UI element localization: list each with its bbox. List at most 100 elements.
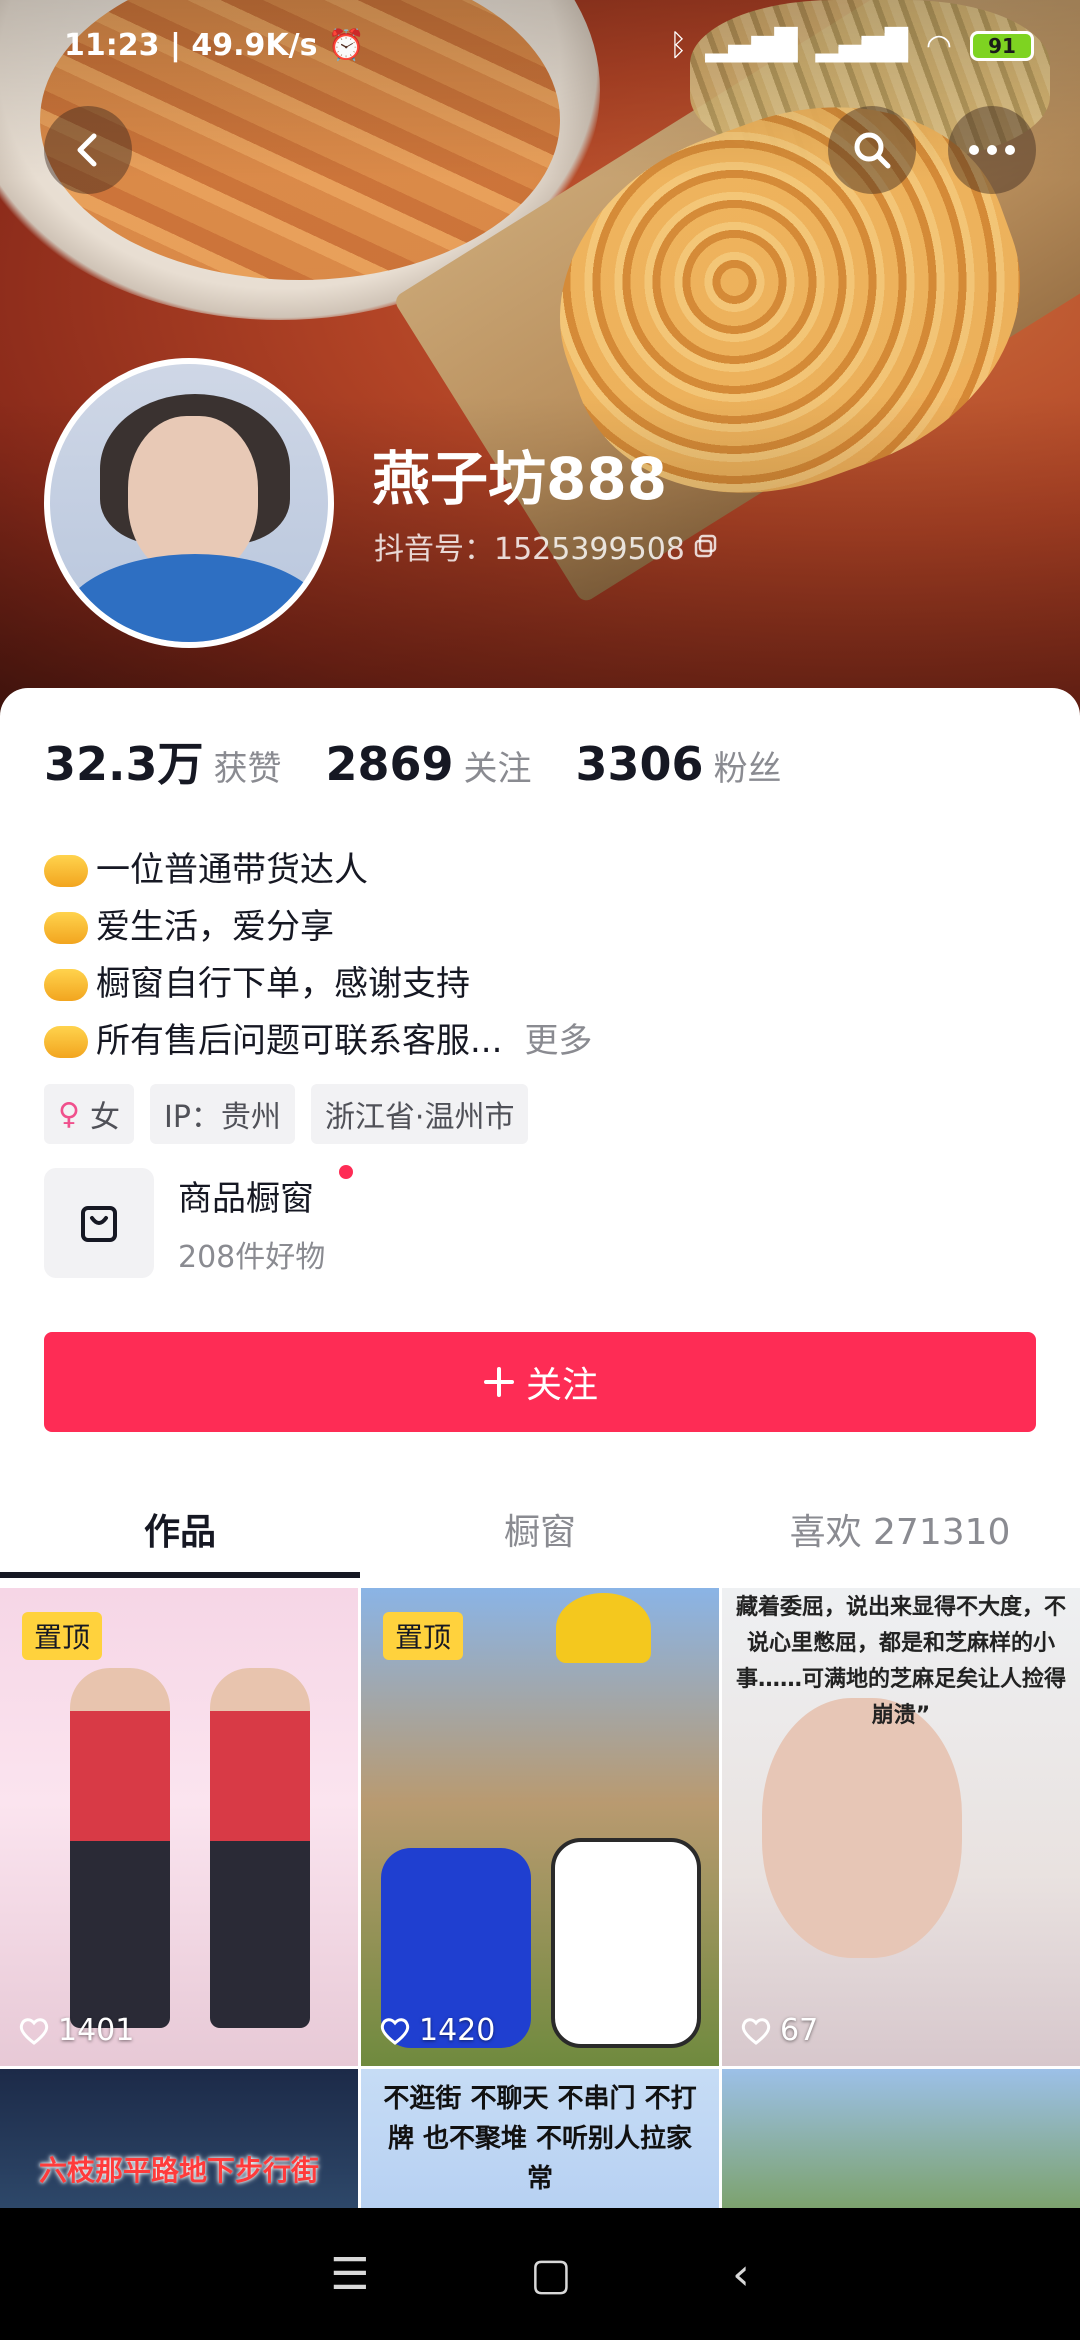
stats-row: 32.3万 获赞 2869 关注 3306 粉丝 [44, 728, 782, 794]
video-likes: 67 [740, 2013, 818, 2048]
battery-icon: 91 [970, 30, 1034, 61]
back-button[interactable] [44, 106, 132, 194]
video-caption: 藏着委屈，说出来显得不大度，不说心里憋屈，都是和芝麻样的小事……可满地的芝麻足矣… [735, 1595, 1066, 1728]
shop-subtitle: 208件好物 [178, 1239, 326, 1275]
shop-icon-box [44, 1168, 154, 1278]
alarm-icon: ⏰ [327, 28, 366, 63]
stat-likes-label: 获赞 [213, 749, 282, 789]
bio-text: 一位普通带货达人 [96, 850, 368, 890]
tab-showcase[interactable]: 橱窗 [360, 1484, 720, 1574]
bio-line: 一位普通带货达人 [44, 842, 592, 899]
status-bar: 11:23 | 49.9K/s ⏰ ᛒ ▂▄▆█ ▂▄▆█ ◠ 91 [0, 0, 1080, 96]
tags-row: ♀ 女 IP：贵州 浙江省·温州市 [44, 1084, 529, 1144]
menu-icon[interactable]: ☰ [330, 2249, 369, 2300]
video-thumbnail[interactable]: 置顶 1420 [361, 1588, 719, 2066]
pinned-badge: 置顶 [22, 1612, 103, 1660]
video-caption: 六枝那平路地下步行街 [38, 2154, 319, 2187]
net-speed: 49.9K/s [191, 28, 318, 63]
shop-title-text: 商品橱窗 [178, 1178, 314, 1219]
shop-window-entry[interactable]: 商品橱窗 208件好物 [44, 1164, 354, 1278]
bio-text: 所有售后问题可联系客服... [96, 1021, 503, 1061]
follow-button[interactable]: 关注 [44, 1332, 1036, 1432]
heart-icon [19, 2017, 49, 2045]
video-thumbnail[interactable]: 不逛街 不聊天 不串门 不打牌 也不聚堆 不听别人拉家常 [361, 2069, 719, 2219]
video-caption: 不逛街 不聊天 不串门 不打牌 也不聚堆 不听别人拉家常 [383, 2084, 697, 2194]
location-tag: 浙江省·温州市 [310, 1084, 529, 1144]
stat-followers-value: 3306 [575, 737, 704, 791]
video-likes-count: 1420 [419, 2013, 496, 2048]
more-dots-icon [969, 145, 1015, 155]
female-icon: ♀ [58, 1096, 80, 1132]
bio-line: 橱窗自行下单，感谢支持 [44, 956, 592, 1013]
pinned-badge: 置顶 [383, 1612, 464, 1660]
bio-text: 爱生活，爱分享 [96, 907, 334, 947]
stat-likes[interactable]: 32.3万 获赞 [44, 728, 282, 794]
tab-likes[interactable]: 喜欢 271310 [720, 1484, 1080, 1574]
bio-line: 所有售后问题可联系客服... 更多 [44, 1013, 592, 1070]
ip-tag: IP：贵州 [149, 1084, 295, 1144]
video-likes-count: 1401 [58, 2013, 135, 2048]
video-scooter [551, 1838, 701, 2048]
bio[interactable]: 一位普通带货达人 爱生活，爱分享 橱窗自行下单，感谢支持 所有售后问题可联系客服… [44, 842, 592, 1070]
handshake-icon [44, 1025, 88, 1058]
handshake-icon [44, 968, 88, 1001]
chevron-left-icon [77, 133, 97, 167]
video-likes: 1420 [379, 2013, 495, 2048]
shop-text: 商品橱窗 208件好物 [178, 1164, 354, 1276]
system-nav-bar: ☰ ▢ ‹ [0, 2208, 1080, 2340]
video-thumbnail[interactable]: 六枝那平路地下步行街 [0, 2069, 358, 2219]
video-thumbnail[interactable]: 置顶 1401 [0, 1588, 358, 2066]
avatar[interactable] [44, 358, 334, 648]
status-icons: ᛒ ▂▄▆█ ▂▄▆█ ◠ 91 [669, 28, 1034, 63]
stat-followers-label: 粉丝 [713, 749, 782, 789]
video-grid: 置顶 1401 置顶 1420 藏着委屈，说出来显得不大度，不说心里憋屈，都是和… [0, 1588, 1080, 2219]
plus-icon [483, 1367, 514, 1397]
stat-likes-value: 32.3万 [44, 737, 204, 791]
notification-dot [339, 1164, 354, 1179]
status-time: 11:23 | 49.9K/s ⏰ [64, 28, 366, 63]
gender-text: 女 [89, 1100, 120, 1135]
video-likes-count: 67 [780, 2013, 819, 2048]
search-button[interactable] [828, 106, 916, 194]
heart-icon [741, 2017, 771, 2045]
stat-following[interactable]: 2869 关注 [326, 737, 532, 791]
bio-line: 爱生活，爱分享 [44, 899, 592, 956]
stat-following-label: 关注 [463, 749, 532, 789]
avatar-shirt [60, 554, 328, 642]
more-button[interactable] [948, 106, 1036, 194]
douyin-id[interactable]: 抖音号：1525399508 [374, 524, 719, 568]
profile-card: 32.3万 获赞 2869 关注 3306 粉丝 一位普通带货达人 爱生活，爱分… [0, 688, 1080, 2340]
video-thumbnail[interactable] [722, 2069, 1080, 2219]
home-icon[interactable]: ▢ [530, 2249, 572, 2300]
shop-title: 商品橱窗 [178, 1164, 354, 1220]
bio-text: 橱窗自行下单，感谢支持 [96, 964, 470, 1004]
wifi-icon: ◠ [925, 28, 952, 63]
stat-following-value: 2869 [325, 737, 454, 791]
tab-works[interactable]: 作品 [0, 1484, 360, 1578]
profile-name: 燕子坊888 [372, 445, 668, 513]
bluetooth-icon: ᛒ [669, 28, 688, 63]
signal-icon-2: ▂▄▆█ [815, 28, 908, 63]
copy-icon[interactable] [693, 533, 719, 559]
signal-icon: ▂▄▆█ [705, 28, 798, 63]
content-tabs: 作品 橱窗 喜欢 271310 [0, 1484, 1080, 1578]
heart-icon [380, 2017, 410, 2045]
video-likes: 1401 [18, 2013, 134, 2048]
video-helmet [556, 1593, 651, 1663]
stat-followers[interactable]: 3306 粉丝 [576, 737, 782, 791]
clock: 11:23 [64, 28, 160, 63]
avatar-face [128, 416, 258, 576]
handshake-icon [44, 854, 88, 887]
gender-tag: ♀ 女 [44, 1084, 134, 1144]
shopping-bag-icon [81, 1206, 117, 1242]
video-figure [210, 1668, 310, 2028]
douyin-id-text: 抖音号：1525399508 [374, 532, 685, 567]
handshake-icon [44, 911, 88, 944]
search-icon [854, 132, 891, 169]
back-nav-icon[interactable]: ‹ [732, 2249, 750, 2300]
video-face [762, 1698, 962, 1958]
video-thumbnail[interactable]: 藏着委屈，说出来显得不大度，不说心里憋屈，都是和芝麻样的小事……可满地的芝麻足矣… [722, 1588, 1080, 2066]
video-figure [70, 1668, 170, 2028]
bio-more-link[interactable]: 更多 [524, 1013, 592, 1070]
follow-button-label: 关注 [525, 1365, 598, 1406]
